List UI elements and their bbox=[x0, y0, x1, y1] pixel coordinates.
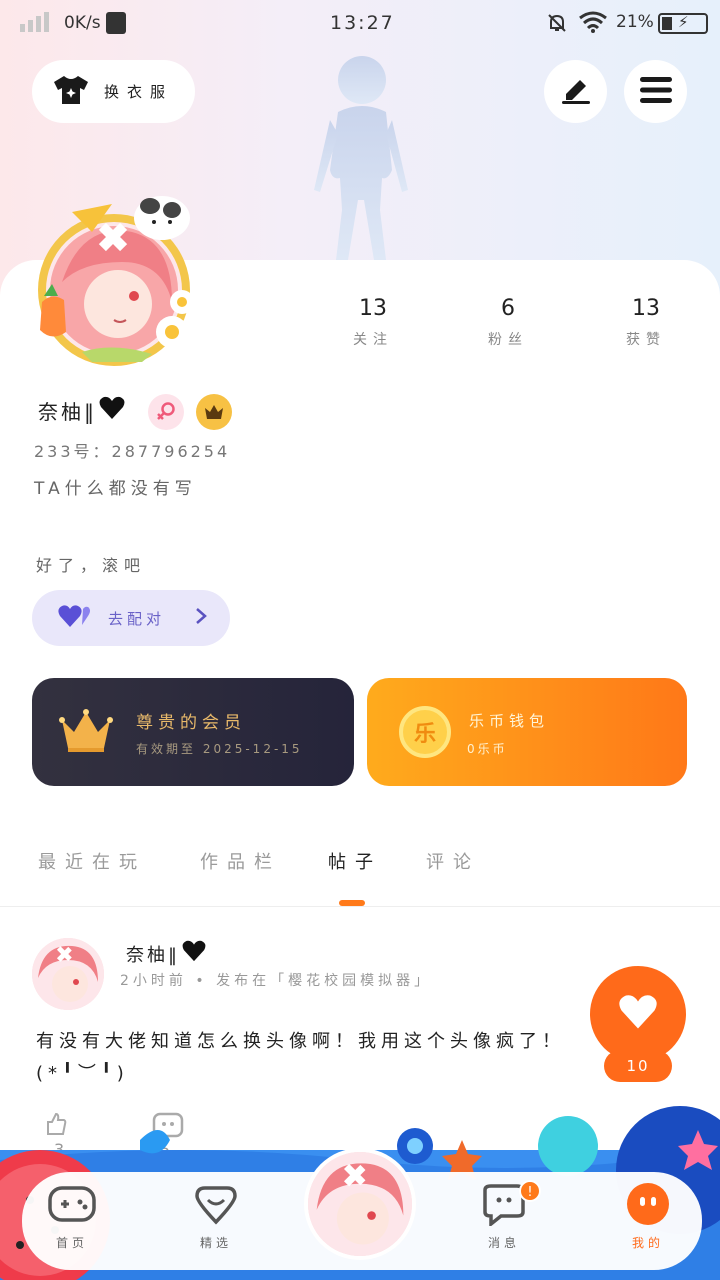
post-body[interactable]: 有没有大佬知道怎么换头像啊！我用这个头像疯了！(*╹︶╹) bbox=[36, 1026, 596, 1090]
clock: 13:27 bbox=[330, 12, 395, 34]
post-meta: 2小时前 • 发布在「樱花校园模拟器」 bbox=[120, 973, 433, 989]
nav-home-label: 首页 bbox=[55, 1236, 88, 1250]
profile-tabs: 最近在玩 作品栏 帖子 评论 bbox=[0, 848, 720, 888]
likes-count: 13 bbox=[632, 296, 660, 321]
battery-percent: 21% bbox=[616, 12, 654, 32]
messages-badge: ! bbox=[519, 1180, 541, 1202]
gold-crown-icon bbox=[58, 708, 114, 760]
nav-mine-label: 我的 bbox=[631, 1236, 664, 1250]
coin-icon: 乐 bbox=[399, 706, 451, 758]
post-author-name: 奈柚‖ bbox=[126, 944, 180, 966]
like-count-badge: 10 bbox=[604, 1050, 672, 1082]
diamond-icon bbox=[191, 1186, 241, 1230]
shirt-icon bbox=[52, 74, 90, 110]
nav-featured[interactable]: 精选 bbox=[171, 1182, 261, 1251]
nav-messages-label: 消息 bbox=[487, 1236, 520, 1250]
black-heart-icon bbox=[182, 940, 206, 967]
nav-messages[interactable]: ! 消息 bbox=[459, 1180, 549, 1251]
vip-title: 尊贵的会员 bbox=[136, 713, 246, 733]
likes-stat[interactable]: 13 获赞 bbox=[606, 296, 686, 349]
edit-profile-button[interactable] bbox=[544, 60, 607, 123]
nav-featured-label: 精选 bbox=[199, 1236, 232, 1250]
tabs-divider bbox=[0, 906, 720, 907]
app-notification-icon bbox=[106, 12, 126, 34]
pen-icon bbox=[560, 76, 592, 108]
post-author[interactable]: 奈柚‖ bbox=[126, 940, 206, 967]
match-label: 去配对 bbox=[108, 609, 166, 628]
likes-label: 获赞 bbox=[626, 332, 666, 348]
following-count: 13 bbox=[359, 296, 387, 321]
username: 奈柚‖ bbox=[38, 396, 125, 425]
network-speed: 0K/s bbox=[64, 13, 101, 33]
following-label: 关注 bbox=[353, 332, 393, 348]
change-outfit-button[interactable]: 换衣服 bbox=[32, 60, 195, 123]
purple-hearts-icon bbox=[58, 603, 92, 633]
profile-avatar[interactable] bbox=[22, 192, 202, 372]
tab-comments[interactable]: 评论 bbox=[426, 848, 480, 874]
nav-mine[interactable]: 我的 bbox=[603, 1182, 693, 1251]
vip-membership-card[interactable]: 尊贵的会员 有效期至 2025-12-15 bbox=[32, 678, 354, 786]
coin-wallet-card[interactable]: 乐 乐币钱包 0乐币 bbox=[367, 678, 687, 786]
followers-label: 粉丝 bbox=[488, 332, 528, 348]
followers-stat[interactable]: 6 粉丝 bbox=[468, 296, 548, 349]
heart-icon bbox=[618, 994, 658, 1034]
status-bar: 0K/s 13:27 21% ⚡ bbox=[0, 0, 720, 48]
character-figure[interactable] bbox=[300, 50, 420, 270]
nav-center-avatar-button[interactable] bbox=[304, 1148, 416, 1260]
following-stat[interactable]: 13 关注 bbox=[333, 296, 413, 349]
signal-icon bbox=[20, 12, 49, 32]
tab-works[interactable]: 作品栏 bbox=[200, 848, 281, 874]
chevron-right-icon bbox=[195, 606, 207, 631]
user-signature: 好了，滚吧 bbox=[36, 556, 147, 575]
tab-posts[interactable]: 帖子 bbox=[328, 848, 382, 874]
tab-recently-played[interactable]: 最近在玩 bbox=[38, 848, 146, 874]
gamepad-icon bbox=[47, 1186, 97, 1230]
menu-button[interactable] bbox=[624, 60, 687, 123]
gender-badge-icon bbox=[148, 394, 184, 430]
vip-expiry: 有效期至 2025-12-15 bbox=[136, 742, 303, 756]
username-text: 奈柚‖ bbox=[38, 400, 97, 424]
user-id: 233号：287796254 bbox=[34, 442, 231, 461]
post-author-avatar[interactable] bbox=[32, 938, 104, 1010]
like-fab-button[interactable] bbox=[590, 966, 686, 1062]
mute-icon bbox=[546, 12, 568, 39]
vip-crown-badge-icon bbox=[196, 394, 232, 430]
black-heart-icon bbox=[99, 396, 125, 425]
match-button[interactable]: 去配对 bbox=[32, 590, 230, 646]
change-outfit-label: 换衣服 bbox=[104, 83, 174, 101]
profile-face-icon bbox=[625, 1183, 671, 1230]
user-bio: TA什么都没有写 bbox=[34, 479, 197, 499]
hamburger-icon bbox=[639, 76, 672, 107]
nav-home[interactable]: 首页 bbox=[27, 1182, 117, 1251]
followers-count: 6 bbox=[501, 296, 515, 321]
wifi-icon bbox=[578, 10, 608, 39]
wallet-title: 乐币钱包 bbox=[469, 712, 550, 730]
chat-bubble-icon bbox=[479, 1184, 529, 1230]
battery-icon: ⚡ bbox=[658, 13, 708, 34]
wallet-balance: 0乐币 bbox=[467, 742, 508, 756]
